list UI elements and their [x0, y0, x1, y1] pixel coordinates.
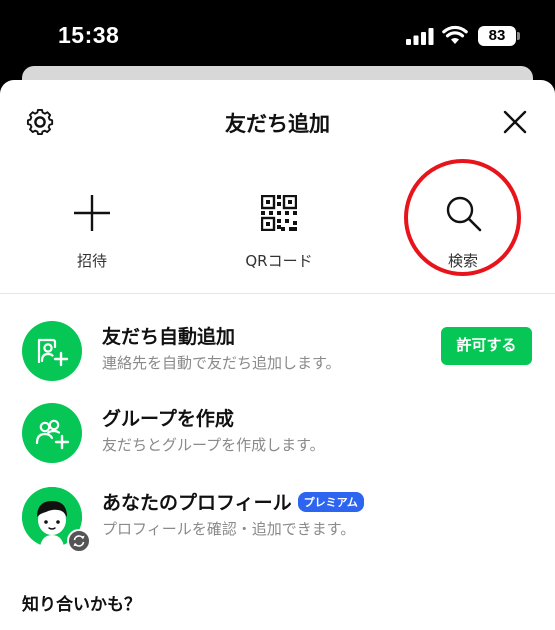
auto-add-subtitle: 連絡先を自動で友だち追加します。 — [102, 354, 341, 372]
qr-code-icon — [261, 195, 297, 231]
sync-icon — [67, 529, 91, 553]
auto-add-avatar — [22, 321, 82, 381]
qr-code-label: QRコード — [245, 252, 313, 270]
profile-subtitle: プロフィールを確認・追加できます。 — [102, 520, 356, 538]
auto-add-title: 友だち自動追加 — [102, 326, 236, 348]
wifi-icon — [442, 25, 468, 44]
people-you-may-know-heading: 知り合いかも？ — [22, 595, 141, 615]
close-icon[interactable] — [499, 106, 531, 138]
profile-title: あなたのプロフィール — [102, 492, 292, 514]
divider — [0, 293, 555, 294]
invite-button[interactable]: 招待 — [37, 188, 147, 271]
invite-label: 招待 — [76, 252, 107, 270]
my-profile-row[interactable]: あなたのプロフィール プレミアム プロフィールを確認・追加できます。 — [0, 482, 555, 553]
plus-icon — [74, 195, 110, 231]
premium-badge: プレミアム — [297, 492, 364, 512]
status-bar: 15:38 83 — [0, 0, 555, 70]
profile-avatar — [22, 487, 91, 553]
highlight-circle-annotation — [404, 159, 521, 276]
create-group-avatar — [22, 403, 82, 463]
page-title: 友だち追加 — [225, 112, 330, 136]
profile-title-line: あなたのプロフィール プレミアム — [102, 488, 364, 515]
address-book-add-icon — [37, 338, 69, 367]
allow-button[interactable]: 許可する — [441, 327, 532, 365]
cellular-signal-icon — [406, 28, 434, 45]
status-time: 15:38 — [58, 22, 120, 48]
auto-add-friends-row[interactable]: 友だち自動追加 連絡先を自動で友だち追加します。 許可する — [0, 316, 555, 386]
qr-code-button[interactable]: QRコード — [224, 188, 334, 271]
battery-indicator: 83 — [478, 26, 516, 46]
create-group-subtitle: 友だちとグループを作成します。 — [102, 436, 325, 454]
create-group-title: グループを作成 — [102, 408, 234, 430]
group-add-icon — [35, 419, 70, 450]
create-group-row[interactable]: グループを作成 友だちとグループを作成します。 — [0, 398, 555, 468]
add-friends-sheet: 友だち追加 招待 QRコード 検索 友だち自動追加 連絡先を自動で友だち追加しま… — [0, 80, 555, 630]
battery-tip — [517, 32, 520, 40]
